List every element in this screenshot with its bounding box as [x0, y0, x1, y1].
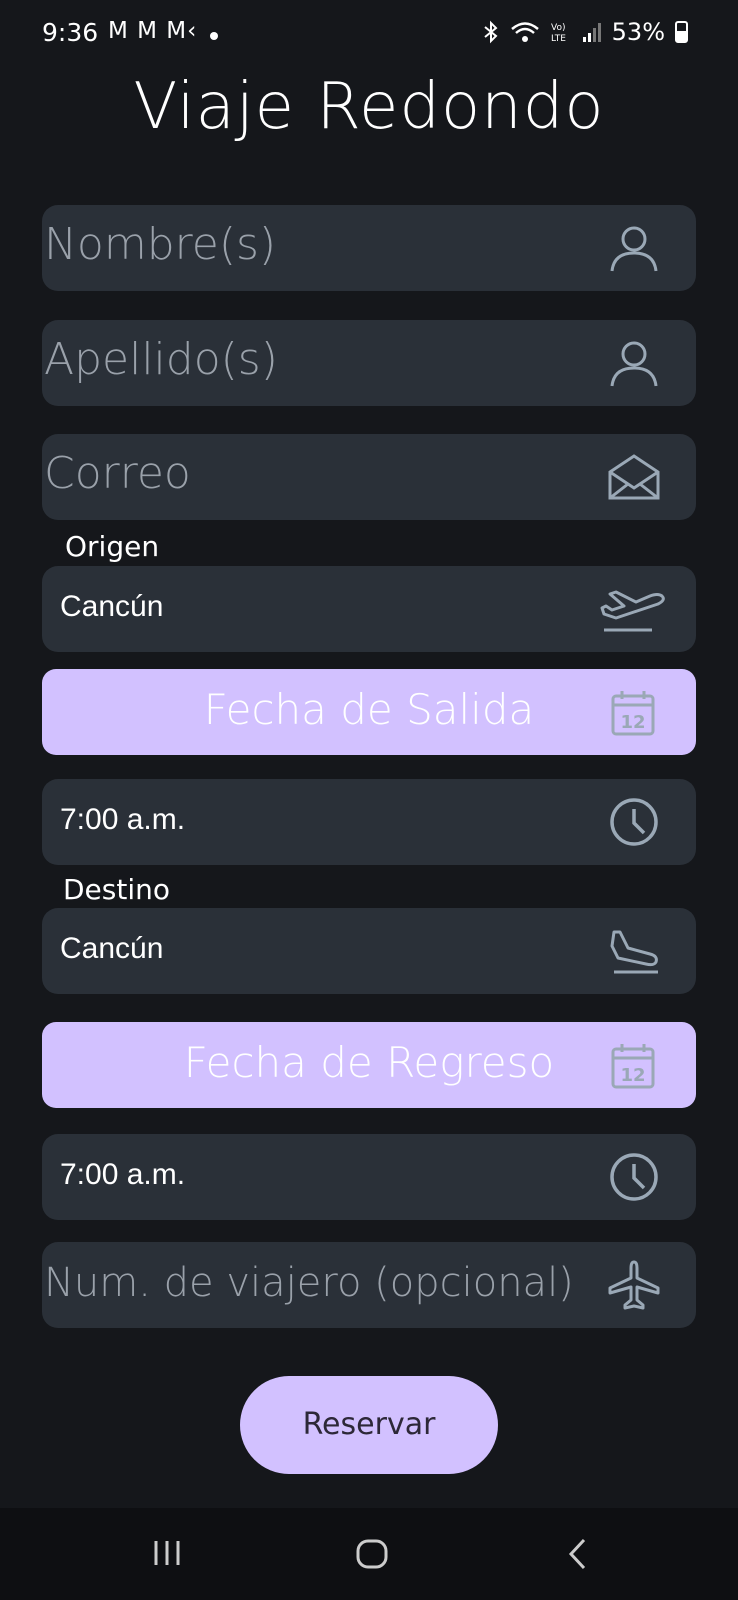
navigation-bar [0, 1508, 738, 1600]
calendar-icon: 12 [611, 1044, 655, 1089]
first-name-placeholder: Nombre(s) [44, 219, 277, 270]
wifi-icon [510, 22, 539, 42]
reserve-label: Reservar [302, 1407, 436, 1442]
takeoff-icon [600, 590, 665, 632]
return-date-label: Fecha de Regreso [183, 1038, 555, 1087]
battery-icon [675, 21, 688, 43]
clock-icon [610, 798, 658, 846]
landing-icon [610, 930, 658, 974]
status-indicators: Vo) LTE 53% [482, 18, 688, 46]
departure-time-value: 7:00 a.m. [60, 803, 186, 836]
return-time-picker[interactable]: 7:00 a.m. [42, 1134, 696, 1220]
volte-icon: Vo)LTE [551, 23, 566, 44]
clock-icon [610, 1153, 658, 1201]
email-placeholder: Correo [44, 448, 191, 499]
mail-icon [608, 454, 660, 500]
email-input[interactable]: Correo [42, 434, 696, 520]
origin-select[interactable]: Cancún [42, 566, 696, 652]
home-icon[interactable] [355, 1538, 389, 1570]
airplane-icon [608, 1260, 660, 1310]
departure-date-label: Fecha de Salida [203, 685, 535, 734]
bluetooth-icon [484, 20, 498, 44]
calendar-day: 12 [620, 712, 645, 733]
back-icon[interactable] [566, 1538, 590, 1570]
destination-select[interactable]: Cancún [42, 908, 696, 994]
signal-icon [582, 23, 601, 42]
first-name-input[interactable]: Nombre(s) [42, 205, 696, 291]
origin-value: Cancún [60, 590, 164, 623]
destination-label: Destino [63, 873, 171, 906]
person-icon [610, 341, 658, 387]
notification-dot-icon [210, 32, 218, 40]
destination-value: Cancún [60, 932, 164, 965]
status-bar: 9:36 M M M‹ Vo) LTE 53% [0, 0, 738, 70]
travelers-input[interactable]: Num. de viajero (opcional) [42, 1242, 696, 1328]
calendar-day: 12 [620, 1065, 645, 1086]
origin-label: Origen [65, 530, 160, 563]
departure-date-button[interactable]: Fecha de Salida 12 [42, 669, 696, 755]
reserve-button[interactable]: Reservar [240, 1376, 498, 1474]
last-name-input[interactable]: Apellido(s) [42, 320, 696, 406]
page-title: Viaje Redondo [133, 70, 605, 144]
last-name-placeholder: Apellido(s) [44, 334, 278, 385]
calendar-icon: 12 [611, 691, 655, 736]
return-time-value: 7:00 a.m. [60, 1158, 186, 1191]
recent-apps-icon[interactable] [150, 1538, 184, 1568]
svg-text:LTE: LTE [551, 34, 566, 44]
status-time: 9:36 [42, 18, 99, 47]
departure-time-picker[interactable]: 7:00 a.m. [42, 779, 696, 865]
return-date-button[interactable]: Fecha de Regreso 12 [42, 1022, 696, 1108]
travelers-placeholder: Num. de viajero (opcional) [44, 1260, 574, 1306]
notification-icons: M M M‹ [108, 18, 198, 44]
person-icon [610, 226, 658, 272]
battery-percent: 53% [611, 18, 665, 46]
svg-text:Vo): Vo) [551, 23, 565, 33]
